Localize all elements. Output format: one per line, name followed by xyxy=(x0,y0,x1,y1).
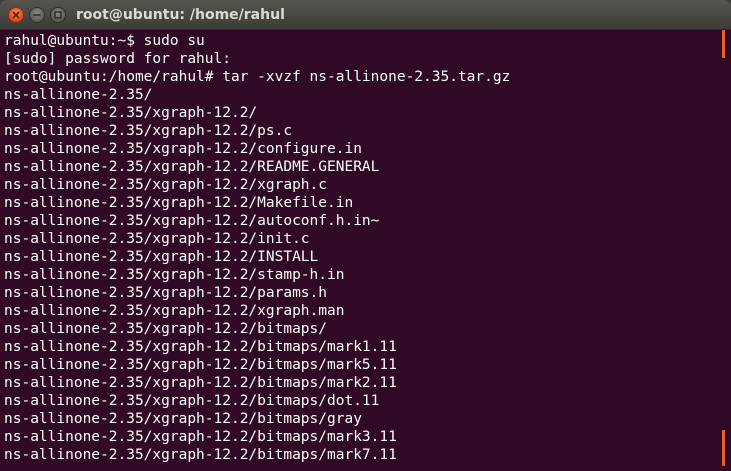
terminal-window: root@ubuntu: /home/rahul rahul@ubuntu:~$… xyxy=(0,0,731,471)
terminal-line: ns-allinone-2.35/xgraph-12.2/bitmaps/mar… xyxy=(4,375,397,391)
terminal-line: ns-allinone-2.35/xgraph-12.2/xgraph.man xyxy=(4,303,345,319)
terminal-line: ns-allinone-2.35/xgraph-12.2/INSTALL xyxy=(4,249,319,265)
maximize-button[interactable] xyxy=(50,7,66,23)
terminal-line: ns-allinone-2.35/xgraph-12.2/bitmaps/ xyxy=(4,321,328,337)
scrollbar-top-marker[interactable] xyxy=(722,30,725,58)
terminal-line: rahul@ubuntu:~$ sudo su xyxy=(4,33,205,49)
close-icon xyxy=(12,11,20,19)
terminal-line: root@ubuntu:/home/rahul# tar -xvzf ns-al… xyxy=(4,69,511,85)
terminal-line: ns-allinone-2.35/xgraph-12.2/params.h xyxy=(4,285,328,301)
terminal-line: ns-allinone-2.35/xgraph-12.2/bitmaps/mar… xyxy=(4,339,397,355)
scrollbar[interactable] xyxy=(720,30,731,471)
close-button[interactable] xyxy=(8,7,24,23)
minimize-icon xyxy=(33,14,41,16)
terminal-line: ns-allinone-2.35/xgraph-12.2/bitmaps/mar… xyxy=(4,447,397,463)
terminal-line: ns-allinone-2.35/xgraph-12.2/Makefile.in xyxy=(4,195,354,211)
terminal-line: ns-allinone-2.35/xgraph-12.2/bitmaps/mar… xyxy=(4,429,397,445)
terminal-line: ns-allinone-2.35/ xyxy=(4,87,153,103)
terminal-line: ns-allinone-2.35/xgraph-12.2/ps.c xyxy=(4,123,293,139)
terminal-line: ns-allinone-2.35/xgraph-12.2/bitmaps/gra… xyxy=(4,411,362,427)
window-title: root@ubuntu: /home/rahul xyxy=(76,7,285,23)
terminal-line: ns-allinone-2.35/xgraph-12.2/ xyxy=(4,105,258,121)
terminal-line: ns-allinone-2.35/xgraph-12.2/xgraph.c xyxy=(4,177,328,193)
terminal-line: ns-allinone-2.35/xgraph-12.2/bitmaps/mar… xyxy=(4,357,397,373)
terminal-line: ns-allinone-2.35/xgraph-12.2/init.c xyxy=(4,231,310,247)
title-bar[interactable]: root@ubuntu: /home/rahul xyxy=(0,0,731,30)
scrollbar-thumb[interactable] xyxy=(722,430,725,466)
terminal-output[interactable]: rahul@ubuntu:~$ sudo su [sudo] password f… xyxy=(0,30,720,471)
maximize-icon xyxy=(54,11,62,19)
minimize-button[interactable] xyxy=(29,7,45,23)
terminal-line: ns-allinone-2.35/xgraph-12.2/stamp-h.in xyxy=(4,267,345,283)
terminal-line: ns-allinone-2.35/xgraph-12.2/README.GENE… xyxy=(4,159,380,175)
terminal-line: ns-allinone-2.35/xgraph-12.2/autoconf.h.… xyxy=(4,213,380,229)
terminal-line: ns-allinone-2.35/xgraph-12.2/bitmaps/dot… xyxy=(4,393,380,409)
terminal-line: ns-allinone-2.35/xgraph-12.2/configure.i… xyxy=(4,141,362,157)
terminal-line: [sudo] password for rahul: xyxy=(4,51,231,67)
